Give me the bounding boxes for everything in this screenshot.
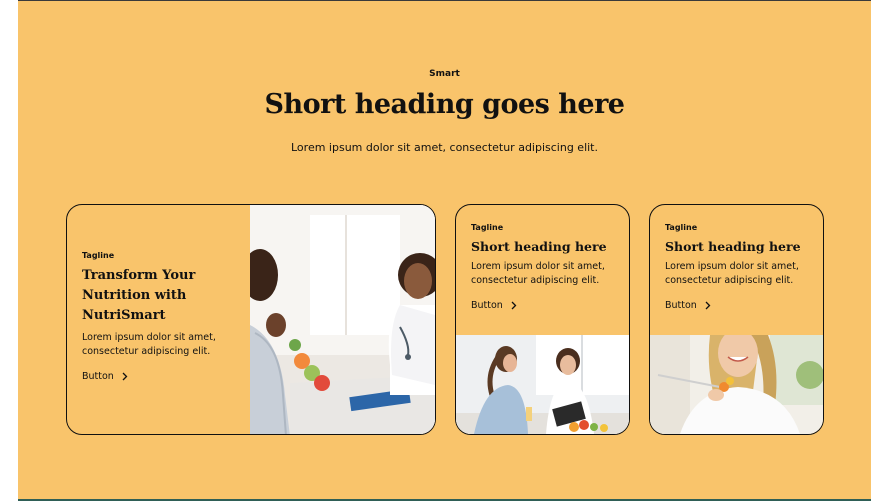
card-tagline: Tagline	[471, 223, 504, 232]
card-button[interactable]: Button	[82, 371, 128, 382]
card-button[interactable]: Button	[665, 300, 711, 311]
card-button-label: Button	[82, 371, 114, 382]
feature-card: Tagline Short heading here Lorem ipsum d…	[649, 204, 824, 435]
card-button[interactable]: Button	[471, 300, 517, 311]
card-button-label: Button	[471, 300, 503, 311]
feature-section: Smart Short heading goes here Lorem ipsu…	[18, 0, 871, 501]
dietitian-photo	[456, 335, 629, 434]
chevron-right-icon	[510, 301, 517, 310]
chevron-right-icon	[121, 372, 128, 381]
consultation-photo	[250, 205, 435, 434]
section-heading: Short heading goes here	[264, 89, 625, 120]
page: Smart Short heading goes here Lorem ipsu…	[0, 0, 880, 501]
section-eyebrow: Smart	[429, 69, 460, 79]
card-content: Tagline Transform Your Nutrition with Nu…	[82, 251, 242, 384]
card-description: Lorem ipsum dolor sit amet, consectetur …	[471, 261, 605, 286]
card-tagline: Tagline	[82, 251, 115, 260]
healthy-eating-photo	[650, 335, 823, 434]
card-title: Transform Your Nutrition with NutriSmart	[82, 268, 196, 323]
card-tagline: Tagline	[665, 223, 698, 232]
feature-card-large: Tagline Transform Your Nutrition with Nu…	[66, 204, 436, 435]
card-title: Short heading here	[665, 239, 801, 254]
card-content: Tagline Short heading here Lorem ipsum d…	[665, 223, 815, 313]
card-description: Lorem ipsum dolor sit amet, consectetur …	[82, 332, 216, 357]
card-button-label: Button	[665, 300, 697, 311]
card-title: Short heading here	[471, 239, 607, 254]
section-description: Lorem ipsum dolor sit amet, consectetur …	[291, 141, 598, 154]
card-content: Tagline Short heading here Lorem ipsum d…	[471, 223, 621, 313]
chevron-right-icon	[704, 301, 711, 310]
feature-card: Tagline Short heading here Lorem ipsum d…	[455, 204, 630, 435]
card-description: Lorem ipsum dolor sit amet, consectetur …	[665, 261, 799, 286]
